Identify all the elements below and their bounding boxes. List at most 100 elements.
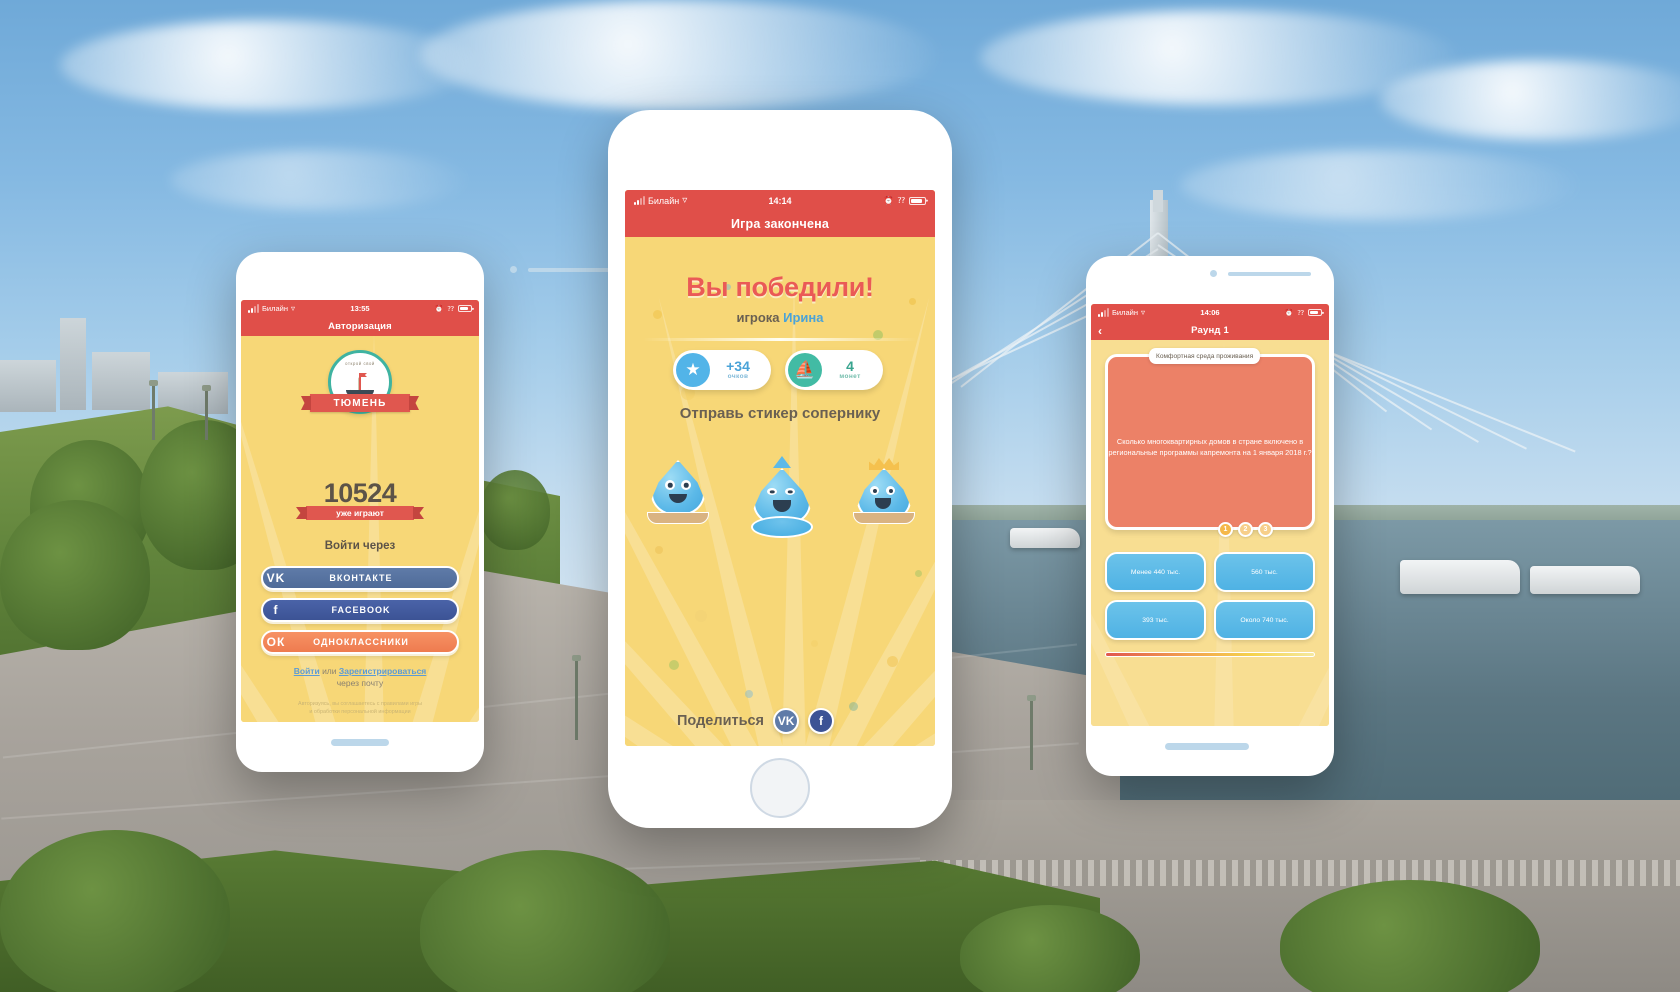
points-unit: очков — [727, 372, 749, 380]
coins-value: 4 — [846, 358, 854, 375]
navbar-result: Игра закончена — [625, 211, 935, 237]
login-via-label: Войти через — [324, 540, 396, 552]
odnoklassniki-login-button[interactable]: ОК ОДНОКЛАССНИКИ — [261, 630, 459, 654]
cloud — [60, 20, 480, 110]
bubble — [849, 702, 858, 711]
front-camera — [510, 266, 517, 273]
navbar-login: Авторизация — [241, 317, 479, 336]
category-tag: Комфортная среда проживания — [1149, 348, 1261, 364]
embankment-railing — [920, 860, 1680, 886]
building — [0, 360, 56, 412]
bubble — [695, 610, 707, 622]
crying-drop-sticker[interactable] — [747, 456, 817, 542]
cloud — [170, 150, 470, 210]
battery-icon — [1308, 309, 1322, 316]
boat — [1400, 560, 1520, 594]
ok-icon: ОК — [266, 635, 286, 649]
king-drop-sticker[interactable] — [853, 458, 915, 530]
points-badge: ★ +34 очков — [673, 350, 771, 390]
phone-question: Билайн ▿ 14:06 ⏰ ⁇ ‹ Раунд 1 Комфортная … — [1086, 256, 1334, 776]
result-screen: Билайн ▿ 14:14 ⏰ ⁇ Игра закончена Вы поб… — [625, 190, 935, 746]
vk-share-button[interactable]: VK — [773, 708, 800, 734]
home-indicator[interactable] — [1165, 743, 1249, 750]
vk-icon: VK — [266, 571, 286, 585]
coins-badge: ⛵ 4 монет — [785, 350, 883, 390]
player-count-caption: уже играют — [306, 506, 414, 520]
login-screen: Билайн ▿ 13:55 ⏰ ⁇ Авторизация открой св… — [241, 300, 479, 722]
odnoklassniki-login-label: ОДНОКЛАССНИКИ — [313, 637, 409, 647]
bubble — [669, 660, 679, 670]
phone-result: Билайн ▿ 14:14 ⏰ ⁇ Игра закончена Вы поб… — [608, 110, 952, 828]
share-label: Поделиться — [677, 713, 765, 729]
win-sub-prefix: игрока — [736, 310, 780, 325]
home-button[interactable] — [750, 758, 810, 818]
status-bar-login: Билайн ▿ 13:55 ⏰ ⁇ — [241, 300, 479, 317]
facebook-login-button[interactable]: f FACEBOOK — [261, 598, 459, 622]
boat-base — [647, 512, 709, 524]
page-title: Авторизация — [328, 321, 392, 332]
win-player-line: игрока Ирина — [625, 310, 935, 325]
win-player-name: Ирина — [783, 310, 824, 325]
progress-dot-2[interactable]: 2 — [1238, 522, 1253, 537]
email-auth-line: Войти или Зарегистрироваться — [241, 666, 479, 676]
building — [92, 352, 150, 410]
email-register-link[interactable]: Зарегистрироваться — [339, 666, 426, 676]
facebook-share-button[interactable]: f — [808, 708, 835, 734]
answer-grid: Менее 440 тыс. 560 тыс. 393 тыс. Около 7… — [1105, 552, 1315, 640]
coins-unit: монет — [839, 372, 861, 380]
earpiece-speaker — [1228, 272, 1311, 276]
battery-icon — [458, 305, 472, 312]
sticker-section-title: Отправь стикер сопернику — [679, 405, 881, 422]
status-time: 14:06 — [1200, 308, 1220, 317]
happy-drop-sticker[interactable] — [647, 460, 709, 530]
answer-option-3[interactable]: 393 тыс. — [1105, 600, 1206, 640]
facebook-icon: f — [273, 603, 279, 617]
answer-option-2[interactable]: 560 тыс. — [1214, 552, 1315, 592]
vk-login-label: ВКОНТАКТЕ — [329, 573, 393, 583]
answer-option-1[interactable]: Менее 440 тыс. — [1105, 552, 1206, 592]
bubble — [915, 570, 922, 577]
logo-ribbon: ТЮМЕНЬ — [310, 394, 410, 412]
lamp-post — [572, 655, 581, 740]
page-title: Раунд 1 — [1191, 325, 1229, 336]
email-login-link[interactable]: Войти — [294, 666, 320, 676]
bubble — [887, 656, 898, 667]
boat — [1530, 566, 1640, 594]
player-count: 10524 — [323, 478, 397, 508]
progress-dots: 1 2 3 — [1218, 522, 1273, 537]
lamp-post — [202, 385, 211, 440]
chevron-left-icon[interactable]: ‹ — [1098, 324, 1102, 338]
earpiece-speaker — [528, 268, 611, 272]
front-camera — [1210, 270, 1217, 277]
bush — [0, 830, 230, 992]
facebook-login-label: FACEBOOK — [331, 605, 391, 615]
bubble — [655, 546, 663, 554]
navbar-question: ‹ Раунд 1 — [1091, 321, 1329, 340]
bubble — [745, 690, 753, 698]
vk-login-button[interactable]: VK ВКОНТАКТЕ — [261, 566, 459, 590]
home-indicator[interactable] — [331, 739, 389, 746]
terms-line-2: и обработки персональной информации — [309, 709, 411, 715]
points-value: +34 — [726, 358, 750, 375]
tree — [480, 470, 550, 550]
status-time: 13:55 — [350, 304, 370, 313]
timer-bar — [1105, 652, 1315, 657]
lamp-post — [149, 380, 158, 440]
bridge-pylon-tip — [1153, 190, 1163, 212]
win-title: Вы победили! — [686, 272, 874, 302]
battery-icon — [909, 196, 926, 205]
answer-option-4[interactable]: Около 740 тыс. — [1214, 600, 1315, 640]
cloud — [1180, 150, 1580, 220]
status-bar-result: Билайн ▿ 14:14 ⏰ ⁇ — [625, 190, 935, 211]
share-row: Поделиться VK f — [677, 708, 835, 734]
status-bar-question: Билайн ▿ 14:06 ⏰ ⁇ — [1091, 304, 1329, 321]
star-icon: ★ — [676, 353, 710, 387]
splash — [751, 516, 813, 538]
progress-dot-1[interactable]: 1 — [1218, 522, 1233, 537]
building — [60, 318, 86, 410]
terms-line-1: Авторизуясь, вы соглашаетесь с правилами… — [298, 701, 422, 707]
lamp-post — [1027, 695, 1036, 770]
progress-dot-3[interactable]: 3 — [1258, 522, 1273, 537]
boat — [1010, 528, 1080, 548]
divider — [643, 338, 917, 341]
